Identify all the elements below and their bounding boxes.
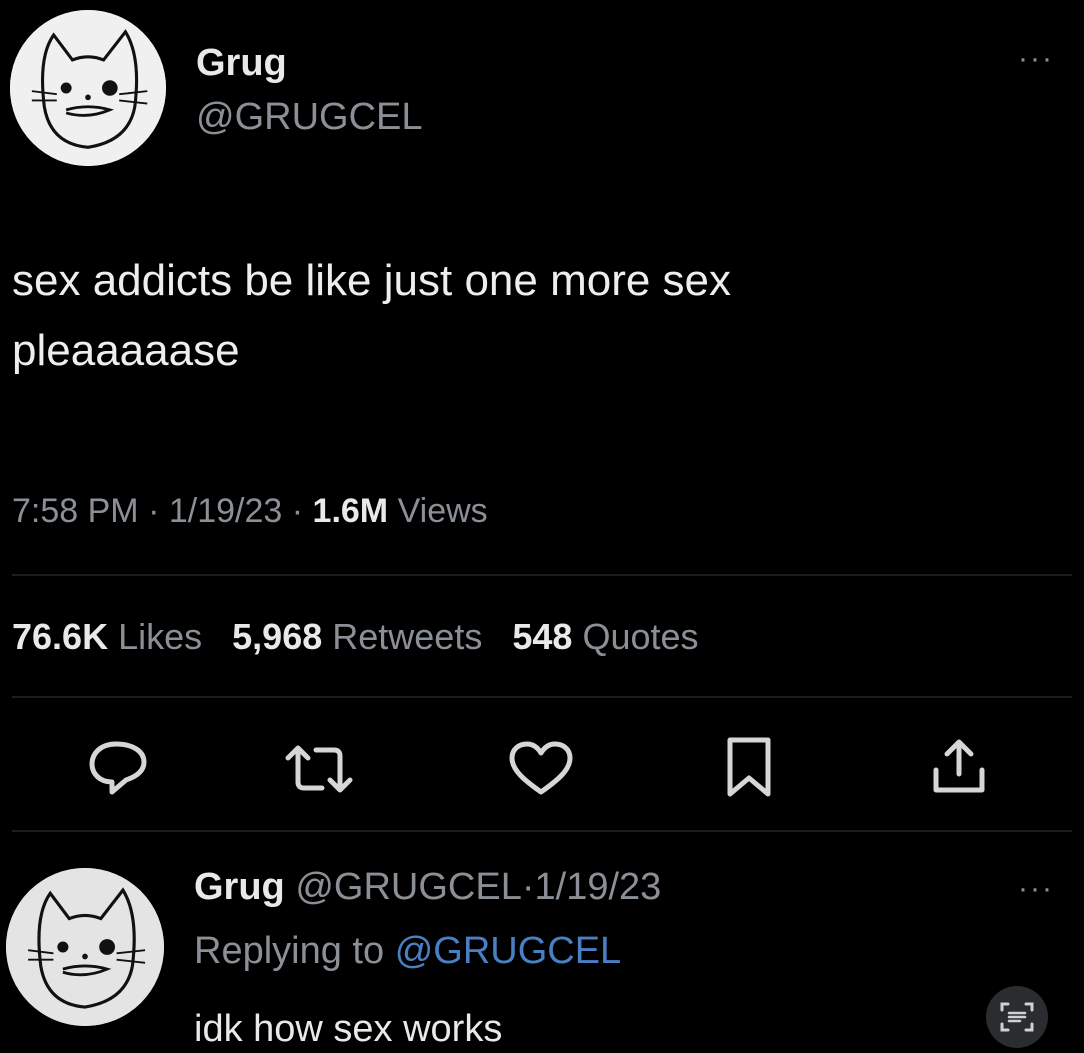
retweets-label: Retweets [332,616,483,657]
retweet-button[interactable] [284,742,354,796]
retweet-arrows-icon [285,745,353,793]
more-options-icon[interactable]: ··· [1018,42,1054,76]
reply-author-avatar[interactable] [6,868,164,1026]
divider [12,574,1072,576]
quotes-count: 548 [512,616,573,657]
replying-to-handle-link[interactable]: @GRUGCEL [395,930,622,972]
bookmark-button[interactable] [724,736,774,798]
tweet-date[interactable]: 1/19/23 [169,492,282,530]
replying-to-label: Replying to [194,930,385,972]
reply-date[interactable]: 1/19/23 [535,866,662,908]
replying-to-line: Replying to @GRUGCEL [194,930,621,973]
author-handle[interactable]: @GRUGCEL [196,96,423,139]
share-button[interactable] [928,736,990,798]
divider [12,830,1072,832]
author-display-name[interactable]: Grug [196,42,287,85]
reply-more-options-icon[interactable]: ··· [1018,872,1054,906]
likes-count: 76.6K [12,616,109,657]
heart-icon [509,741,573,795]
reply-button[interactable] [86,738,150,796]
divider [12,696,1072,698]
cat-doodle-icon [6,868,164,1026]
tweet-time[interactable]: 7:58 PM [12,492,139,530]
tweet-text-line-2: pleaaaaase [12,326,240,375]
meta-separator: · [521,866,535,908]
meta-separator: · [291,492,304,530]
quotes-stat[interactable]: 548 Quotes [512,616,698,657]
live-text-scan-button[interactable] [986,986,1048,1048]
reply-text: idk how sex works [194,1008,503,1050]
meta-separator: · [148,492,160,530]
retweets-stat[interactable]: 5,968 Retweets [232,616,482,657]
bookmark-icon [727,737,771,797]
tweet-text: sex addicts be like just one more sex pl… [12,246,1078,386]
cat-doodle-icon [10,10,166,166]
reply-header: Grug @GRUGCEL·1/19/23 [194,866,661,909]
tweet-meta: 7:58 PM · 1/19/23 · 1.6M Views [12,492,488,531]
author-avatar[interactable] [10,10,166,166]
reply-author-handle[interactable]: @GRUGCEL [295,866,522,908]
likes-label: Likes [118,616,203,657]
retweets-count: 5,968 [232,616,323,657]
views-count: 1.6M [312,492,389,530]
reply-author-display-name[interactable]: Grug [194,866,285,908]
tweet-text-line-1: sex addicts be like just one more sex [12,256,732,305]
views-label: Views [397,492,488,530]
text-scan-icon [1000,1002,1034,1032]
quotes-label: Quotes [582,616,699,657]
likes-stat[interactable]: 76.6K Likes [12,616,202,657]
speech-bubble-icon [89,741,147,795]
share-arrow-icon [933,739,985,793]
tweet-stats: 76.6K Likes 5,968 Retweets 548 Quotes [12,616,699,658]
like-button[interactable] [508,740,574,796]
